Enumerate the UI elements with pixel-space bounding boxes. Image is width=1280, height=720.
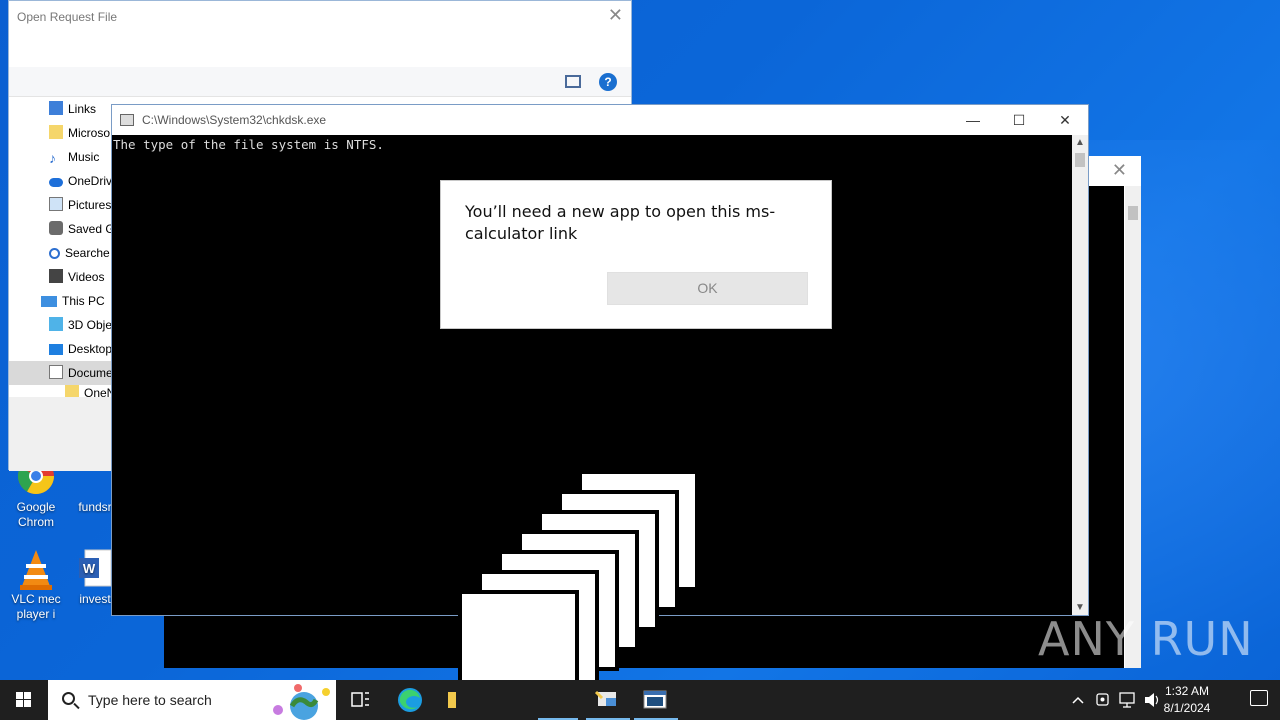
task-view-icon[interactable]	[336, 680, 384, 720]
console-icon	[120, 114, 134, 126]
ok-button[interactable]: OK	[607, 272, 808, 305]
links-icon	[49, 101, 63, 115]
dialog-title: Open Request File	[17, 10, 118, 24]
searches-icon	[49, 248, 60, 259]
minimize-button[interactable]: —	[950, 105, 996, 135]
meet-now-icon[interactable]	[1094, 680, 1114, 720]
edge-icon[interactable]	[386, 680, 434, 720]
taskbar-app-window[interactable]	[536, 680, 580, 720]
nav-item-saved-games[interactable]: Saved G	[49, 217, 115, 241]
search-icon	[62, 692, 75, 705]
nav-item-documents[interactable]: Docume	[9, 361, 113, 385]
maximize-button[interactable]: ☐	[996, 105, 1042, 135]
windows-logo-icon	[16, 692, 31, 707]
videos-icon	[49, 269, 63, 283]
network-icon[interactable]	[1118, 680, 1138, 720]
show-hidden-icons[interactable]	[1070, 680, 1086, 720]
taskbar: Type here to search 1:32 AM 8/1/2024	[0, 680, 1280, 720]
start-button[interactable]	[0, 680, 48, 720]
folder-icon	[65, 385, 79, 397]
scroll-up-icon[interactable]: ▲	[1075, 137, 1085, 148]
anyrun-watermark: ANY RUN	[1038, 612, 1254, 666]
notification-icon[interactable]	[1250, 690, 1268, 706]
console-taskbar-icon[interactable]	[632, 680, 680, 720]
new-app-dialog: You’ll need a new app to open this ms-ca…	[440, 180, 832, 329]
nav-item-3d-objects[interactable]: 3D Obje	[49, 313, 112, 337]
scrollbar[interactable]: ▲ ▼	[1072, 135, 1088, 615]
folder-icon	[49, 125, 63, 139]
nav-item-searches[interactable]: Searche	[49, 241, 110, 265]
setup-tool-icon[interactable]	[584, 680, 632, 720]
close-icon[interactable]: ✕	[1112, 160, 1127, 181]
taskbar-search-box[interactable]: Type here to search	[48, 680, 336, 720]
close-button[interactable]: ✕	[1042, 105, 1088, 135]
blank-window[interactable]	[458, 590, 579, 680]
documents-icon	[49, 365, 63, 379]
clock-time: 1:32 AM	[1164, 684, 1210, 698]
this-pc-icon	[41, 296, 57, 307]
close-icon[interactable]: ✕	[608, 5, 623, 26]
pictures-icon	[49, 197, 63, 211]
word-doc-icon: W	[75, 548, 115, 588]
nav-item-pictures[interactable]: Pictures	[49, 193, 111, 217]
scrollbar[interactable]	[1125, 186, 1141, 668]
file-explorer-icon[interactable]	[436, 680, 456, 720]
dialog-message: You’ll need a new app to open this ms-ca…	[465, 202, 776, 243]
navigation-tree: Links Microso ♪ Music OneDriv Pictures Sa…	[9, 97, 122, 397]
taskbar-clock[interactable]: 1:32 AM 8/1/2024	[1152, 683, 1222, 717]
preview-pane-icon[interactable]	[565, 75, 581, 88]
nav-item-desktop[interactable]: Desktop	[49, 337, 112, 361]
search-highlight-icon	[273, 684, 330, 720]
vlc-icon	[16, 548, 56, 590]
nav-item-this-pc[interactable]: This PC	[41, 289, 105, 313]
nav-item-videos[interactable]: Videos	[49, 265, 104, 289]
clock-date: 8/1/2024	[1163, 701, 1211, 715]
nav-item-music[interactable]: ♪ Music	[49, 145, 99, 169]
3d-objects-icon	[49, 317, 63, 331]
console-output-text: The type of the file system is NTFS.	[113, 137, 384, 152]
search-placeholder: Type here to search	[88, 692, 212, 708]
console-title: C:\Windows\System32\chkdsk.exe	[142, 113, 327, 127]
desktop-icon	[49, 344, 63, 355]
chevron-up-icon	[1072, 696, 1084, 704]
music-icon: ♪	[49, 150, 56, 166]
saved-games-icon	[49, 221, 63, 235]
nav-item-links[interactable]: Links	[49, 97, 96, 121]
desktop: Google Chrom fundsr VLC mec player i W i…	[0, 0, 1280, 680]
onedrive-icon	[49, 178, 63, 187]
nav-item-onedrive[interactable]: OneDriv	[49, 169, 112, 193]
dialog-toolbar: ?	[9, 67, 631, 97]
console-titlebar[interactable]: C:\Windows\System32\chkdsk.exe — ☐ ✕	[112, 105, 1088, 135]
svg-text:W: W	[83, 561, 96, 576]
nav-item-microsoft[interactable]: Microso	[49, 121, 110, 145]
help-icon[interactable]: ?	[599, 73, 617, 91]
